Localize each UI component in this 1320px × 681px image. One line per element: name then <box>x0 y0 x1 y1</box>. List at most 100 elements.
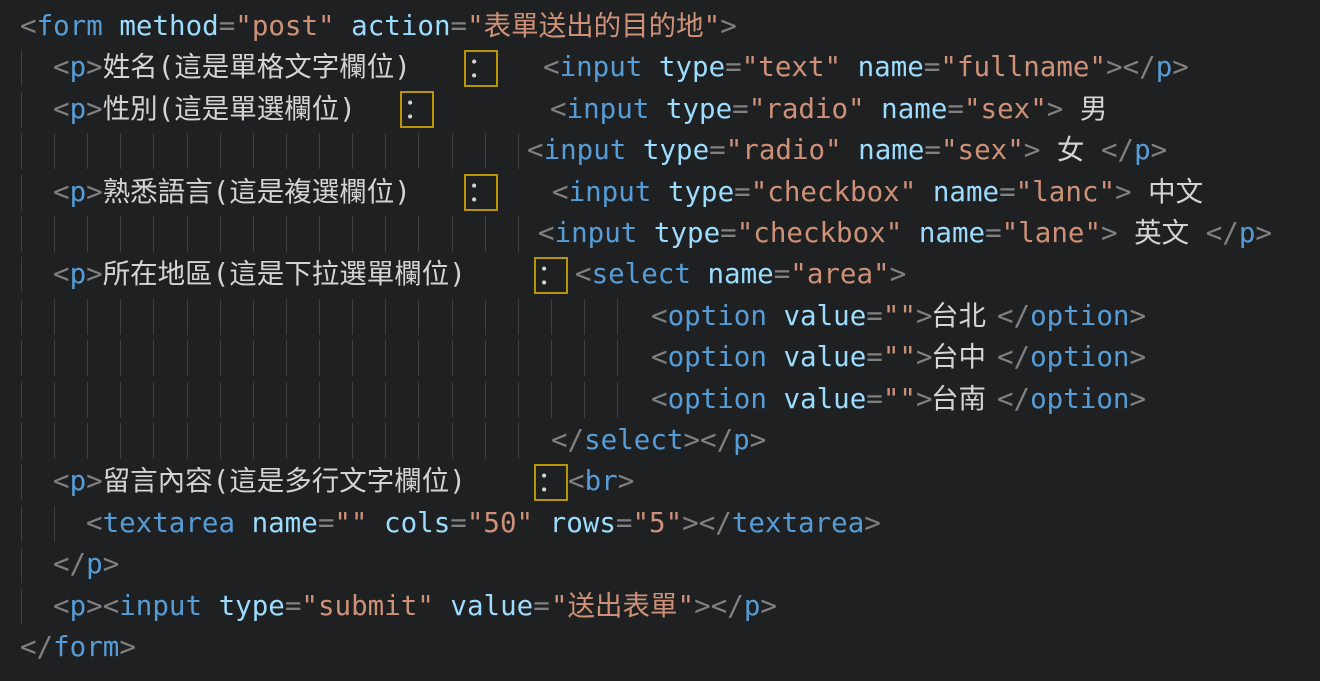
token-string: "text" <box>742 51 841 83</box>
code-run: <select name="area"> <box>575 254 906 295</box>
indent-guide <box>54 506 55 542</box>
token-text: 所在地區(這是下拉選單欄位) <box>103 258 466 290</box>
code-line[interactable]: <p>所在地區(這是下拉選單欄位)<select name="area">： <box>0 254 1320 295</box>
token-attr: value <box>767 341 866 373</box>
token-tag: input <box>555 217 638 249</box>
code-editor[interactable]: <form method="post" action="表單送出的目的地"><p… <box>0 0 1320 681</box>
code-run: <br> <box>568 461 634 502</box>
token-punct: > <box>86 176 103 208</box>
indent-guide <box>220 133 221 169</box>
code-line[interactable]: <option value="">台北</option> <box>0 296 1320 337</box>
indent-guide <box>518 340 519 376</box>
indent-guide <box>21 257 22 293</box>
indent-guide <box>54 340 55 376</box>
indent-guide <box>21 216 22 252</box>
code-run: <p>姓名(這是單格文字欄位) <box>53 47 411 88</box>
token-punct: < <box>543 51 560 83</box>
indent-guide <box>187 299 188 335</box>
token-attr: name <box>902 217 985 249</box>
code-run: <option value=""> <box>651 337 933 378</box>
indent-guide <box>87 299 88 335</box>
token-punct: </ <box>997 341 1030 373</box>
token-punct: = <box>732 93 749 125</box>
indent-guide <box>485 423 486 459</box>
indent-guide <box>418 133 419 169</box>
token-attr: value <box>434 590 533 622</box>
code-run: 台南 <box>931 379 986 420</box>
token-tag: p <box>70 258 87 290</box>
code-run: </form> <box>20 627 136 668</box>
token-tag: input <box>119 590 202 622</box>
token-tag: p <box>70 590 87 622</box>
indent-guide <box>21 133 22 169</box>
token-punct: </ <box>1206 217 1239 249</box>
code-line[interactable]: <p><input type="submit" value="送出表單"></p… <box>0 586 1320 627</box>
indent-guide <box>87 340 88 376</box>
indent-guide <box>286 340 287 376</box>
code-line[interactable]: </form> <box>0 627 1320 668</box>
token-tag: input <box>567 93 650 125</box>
indent-guide <box>485 382 486 418</box>
token-punct: < <box>20 10 37 42</box>
indent-guide <box>617 299 618 335</box>
token-tag: p <box>1239 217 1256 249</box>
token-tag: p <box>70 93 87 125</box>
indent-guide <box>54 382 55 418</box>
indent-guide <box>220 340 221 376</box>
code-line[interactable]: <input type="checkbox" name="lane"> 英文 <… <box>0 213 1320 254</box>
token-punct: </ <box>1123 51 1156 83</box>
code-line[interactable]: <textarea name="" cols="50" rows="5"></t… <box>0 503 1320 544</box>
indent-guide <box>187 423 188 459</box>
code-line[interactable]: <form method="post" action="表單送出的目的地"> <box>0 6 1320 47</box>
token-punct: > <box>1024 134 1041 166</box>
indent-guide <box>352 133 353 169</box>
indent-guide <box>385 340 386 376</box>
indent-guide <box>485 340 486 376</box>
token-tag: option <box>1030 383 1129 415</box>
indent-guide <box>120 216 121 252</box>
code-line[interactable]: <option value="">台南</option> <box>0 379 1320 420</box>
token-string: "" <box>883 300 916 332</box>
token-punct: > <box>1129 383 1146 415</box>
code-line[interactable]: </select></p> <box>0 420 1320 461</box>
token-punct: < <box>86 507 103 539</box>
indent-guide <box>21 299 22 335</box>
code-line[interactable]: </p> <box>0 544 1320 585</box>
token-attr: rows <box>533 507 616 539</box>
indent-guide <box>319 216 320 252</box>
token-tag: option <box>668 300 767 332</box>
code-line[interactable]: <p>熟悉語言(這是複選欄位)<input type="checkbox" na… <box>0 172 1320 213</box>
indent-guide <box>584 340 585 376</box>
token-punct: > <box>618 465 635 497</box>
code-line[interactable]: <p>姓名(這是單格文字欄位)<input type="text" name="… <box>0 47 1320 88</box>
token-attr: cols <box>368 507 451 539</box>
code-line[interactable]: <input type="radio" name="sex"> 女 </p> <box>0 130 1320 171</box>
code-line[interactable]: <p>留言內容(這是多行文字欄位)<br>： <box>0 461 1320 502</box>
token-tag: br <box>585 465 618 497</box>
indent-guide <box>385 216 386 252</box>
token-tag: p <box>70 51 87 83</box>
indent-guide <box>120 423 121 459</box>
token-attr: value <box>767 300 866 332</box>
code-line[interactable]: <p>性別(這是單選欄位)<input type="radio" name="s… <box>0 89 1320 130</box>
indent-guide <box>319 382 320 418</box>
token-punct: < <box>651 300 668 332</box>
code-line[interactable]: <option value="">台中</option> <box>0 337 1320 378</box>
indent-guide <box>187 382 188 418</box>
indent-guide <box>21 382 22 418</box>
indent-guide <box>220 382 221 418</box>
code-run: 台中 <box>931 337 986 378</box>
token-string: "checkbox" <box>751 176 917 208</box>
token-punct: < <box>550 93 567 125</box>
indent-guide <box>485 133 486 169</box>
indent-guide <box>87 216 88 252</box>
token-string: "" <box>334 507 367 539</box>
token-punct: > <box>1101 217 1118 249</box>
token-punct: < <box>651 383 668 415</box>
indent-guide <box>120 133 121 169</box>
indent-guide <box>385 299 386 335</box>
indent-guide <box>584 299 585 335</box>
indent-guide <box>452 423 453 459</box>
token-punct: < <box>538 217 555 249</box>
token-punct: </ <box>699 507 732 539</box>
